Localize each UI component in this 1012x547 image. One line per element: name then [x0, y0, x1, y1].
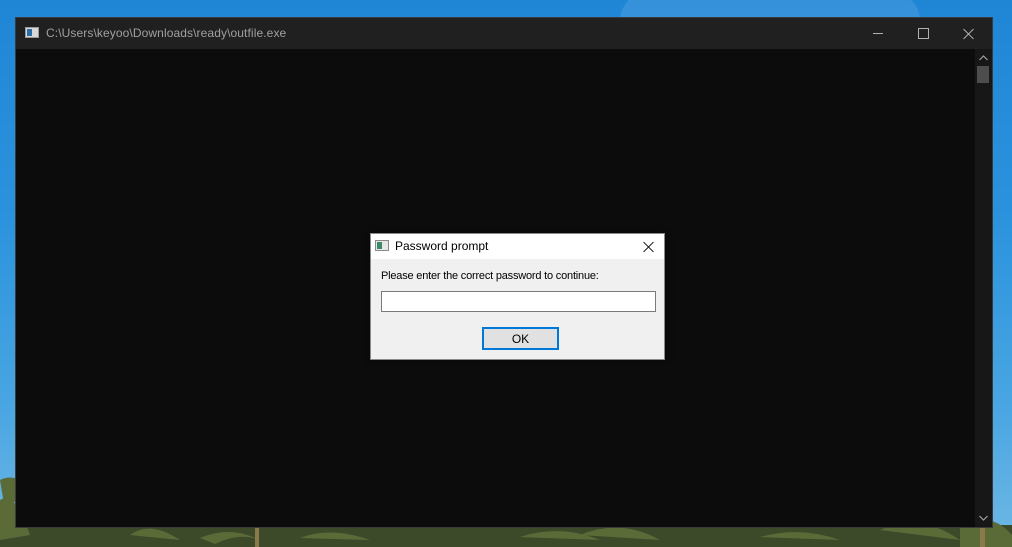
- scroll-down-button[interactable]: [975, 512, 992, 524]
- console-titlebar[interactable]: C:\Users\keyoo\Downloads\ready\outfile.e…: [16, 18, 992, 49]
- maximize-icon: [917, 28, 929, 39]
- ok-button[interactable]: OK: [482, 327, 559, 350]
- dialog-close-button[interactable]: [634, 234, 664, 259]
- password-input[interactable]: [381, 291, 656, 312]
- close-icon: [643, 241, 655, 253]
- chevron-up-icon: [979, 55, 988, 61]
- scroll-up-button[interactable]: [975, 52, 992, 64]
- vertical-scrollbar[interactable]: [975, 49, 992, 527]
- password-prompt-label: Please enter the correct password to con…: [381, 270, 599, 282]
- console-app-icon: [25, 27, 39, 38]
- chevron-down-icon: [979, 515, 988, 521]
- console-window-title: C:\Users\keyoo\Downloads\ready\outfile.e…: [46, 26, 287, 40]
- scrollbar-thumb[interactable]: [977, 66, 989, 83]
- dialog-title: Password prompt: [395, 239, 489, 253]
- close-icon: [963, 28, 975, 40]
- app-icon: [375, 240, 389, 251]
- maximize-button[interactable]: [900, 18, 946, 49]
- minimize-button[interactable]: [855, 18, 901, 49]
- close-button[interactable]: [946, 18, 992, 49]
- password-dialog: Password prompt Please enter the correct…: [370, 233, 665, 360]
- minimize-icon: [873, 33, 883, 34]
- dialog-titlebar[interactable]: Password prompt: [371, 234, 664, 259]
